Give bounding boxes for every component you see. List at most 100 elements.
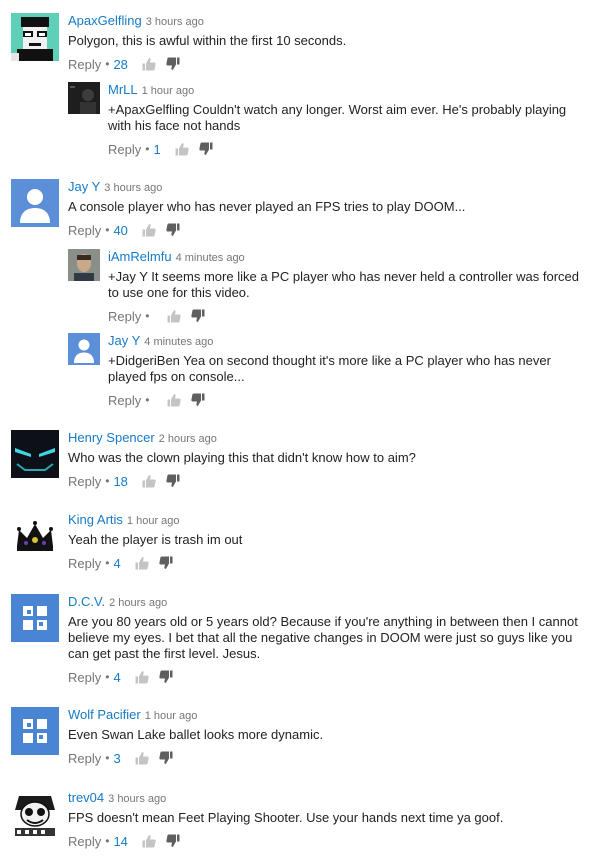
thumbs-down-icon[interactable] — [166, 474, 180, 488]
thumbs-down-icon[interactable] — [159, 556, 173, 570]
timestamp[interactable]: 3 hours ago — [104, 182, 162, 194]
comment-text: FPS doesn't mean Feet Playing Shooter. U… — [68, 810, 504, 825]
thumbs-up-icon[interactable] — [142, 474, 156, 488]
pixel-face-icon — [11, 13, 59, 61]
timestamp[interactable]: 2 hours ago — [159, 433, 217, 445]
comment-header: D.C.V. 2 hours ago — [68, 594, 588, 611]
thumbs-up-icon[interactable] — [142, 223, 156, 237]
reply-button[interactable]: Reply — [68, 751, 101, 766]
timestamp[interactable]: 1 hour ago — [127, 515, 180, 527]
author-name[interactable]: D.C.V. — [68, 594, 105, 609]
timestamp[interactable]: 1 hour ago — [142, 85, 195, 97]
avatar[interactable] — [11, 594, 59, 642]
thumbs-up-icon[interactable] — [142, 57, 156, 71]
comment-header: Wolf Pacifier 1 hour ago — [68, 707, 588, 724]
thumbs-up-icon[interactable] — [135, 751, 149, 765]
comment-header: iAmRelmfu 4 minutes ago — [108, 249, 588, 266]
comment-header: MrLL 1 hour ago — [108, 82, 588, 99]
comment-header: ApaxGelfling 3 hours ago — [68, 13, 588, 30]
separator-dot: • — [145, 142, 150, 156]
author-name[interactable]: iAmRelmfu — [108, 249, 172, 264]
timestamp[interactable]: 4 minutes ago — [176, 252, 245, 264]
timestamp[interactable]: 1 hour ago — [145, 710, 198, 722]
comment-header: trev04 3 hours ago — [68, 790, 588, 807]
comment-actions: Reply • 4 — [68, 554, 588, 572]
like-count: 4 — [113, 555, 121, 571]
author-name[interactable]: trev04 — [68, 790, 104, 805]
separator-dot: • — [145, 309, 150, 323]
thumbs-down-icon[interactable] — [191, 393, 205, 407]
reply-button[interactable]: Reply — [108, 393, 141, 408]
author-name[interactable]: Wolf Pacifier — [68, 707, 141, 722]
comment-actions: Reply • — [108, 391, 588, 409]
separator-dot: • — [105, 223, 110, 237]
separator-dot: • — [105, 751, 110, 765]
separator-dot: • — [145, 393, 150, 407]
avatar[interactable] — [11, 13, 59, 61]
thumbs-down-icon[interactable] — [166, 834, 180, 848]
avatar[interactable] — [11, 790, 59, 838]
like-count: 3 — [113, 750, 121, 766]
timestamp[interactable]: 2 hours ago — [109, 597, 167, 609]
avatar[interactable] — [11, 707, 59, 755]
thumbs-up-icon[interactable] — [135, 670, 149, 684]
person-photo-icon — [68, 249, 100, 281]
comment-actions: Reply • 1 — [108, 140, 588, 158]
reply-button[interactable]: Reply — [68, 223, 101, 238]
thumbs-down-icon[interactable] — [159, 751, 173, 765]
default-user-icon — [68, 333, 100, 365]
comment-text: Even Swan Lake ballet looks more dynamic… — [68, 727, 324, 742]
author-name[interactable]: Jay Y — [108, 333, 140, 348]
thumbs-down-icon[interactable] — [159, 670, 173, 684]
comment-text: Who was the clown playing this that didn… — [68, 450, 416, 465]
comment-thread: ApaxGelfling 3 hours ago Polygon, this is… — [0, 0, 600, 858]
separator-dot: • — [105, 474, 110, 488]
separator-dot: • — [105, 670, 110, 684]
thumbs-down-icon[interactable] — [199, 142, 213, 156]
comment-actions: Reply • 3 — [68, 749, 588, 767]
author-name[interactable]: ApaxGelfling — [68, 13, 142, 28]
crown-icon — [11, 512, 59, 560]
avatar[interactable] — [68, 82, 100, 114]
thumbs-down-icon[interactable] — [191, 309, 205, 323]
manga-face-icon — [11, 790, 59, 838]
reply-button[interactable]: Reply — [108, 309, 141, 324]
thumbs-up-icon[interactable] — [167, 309, 181, 323]
avatar[interactable] — [11, 512, 59, 560]
reply-button[interactable]: Reply — [68, 834, 101, 849]
comment-actions: Reply • 40 — [68, 221, 588, 239]
reply-button[interactable]: Reply — [68, 474, 101, 489]
comment-text: Are you 80 years old or 5 years old? Bec… — [68, 614, 578, 661]
like-count: 4 — [113, 669, 121, 685]
author-name[interactable]: King Artis — [68, 512, 123, 527]
thumbs-up-icon[interactable] — [142, 834, 156, 848]
author-name[interactable]: MrLL — [108, 82, 138, 97]
reply-button[interactable]: Reply — [68, 670, 101, 685]
timestamp[interactable]: 3 hours ago — [146, 16, 204, 28]
glowing-eyes-icon — [11, 430, 59, 478]
avatar[interactable] — [11, 179, 59, 227]
separator-dot: • — [105, 556, 110, 570]
reply-button[interactable]: Reply — [108, 142, 141, 157]
avatar[interactable] — [68, 249, 100, 281]
thumbs-down-icon[interactable] — [166, 223, 180, 237]
timestamp[interactable]: 4 minutes ago — [144, 336, 213, 348]
author-name[interactable]: Henry Spencer — [68, 430, 155, 445]
thumbs-up-icon[interactable] — [175, 142, 189, 156]
thumbs-up-icon[interactable] — [135, 556, 149, 570]
comment-text: +Jay Y It seems more like a PC player wh… — [108, 269, 579, 300]
reply-button[interactable]: Reply — [68, 57, 101, 72]
reply-button[interactable]: Reply — [68, 556, 101, 571]
comment-actions: Reply • 28 — [68, 55, 588, 73]
thumbs-up-icon[interactable] — [167, 393, 181, 407]
avatar[interactable] — [68, 333, 100, 365]
comment-header: King Artis 1 hour ago — [68, 512, 588, 529]
avatar[interactable] — [11, 430, 59, 478]
thumbs-down-icon[interactable] — [166, 57, 180, 71]
comment-text: A console player who has never played an… — [68, 199, 466, 214]
separator-dot: • — [105, 834, 110, 848]
author-name[interactable]: Jay Y — [68, 179, 100, 194]
comment-actions: Reply • 14 — [68, 832, 588, 850]
timestamp[interactable]: 3 hours ago — [108, 793, 166, 805]
comment-text: +ApaxGelfling Couldn't watch any longer.… — [108, 102, 567, 133]
